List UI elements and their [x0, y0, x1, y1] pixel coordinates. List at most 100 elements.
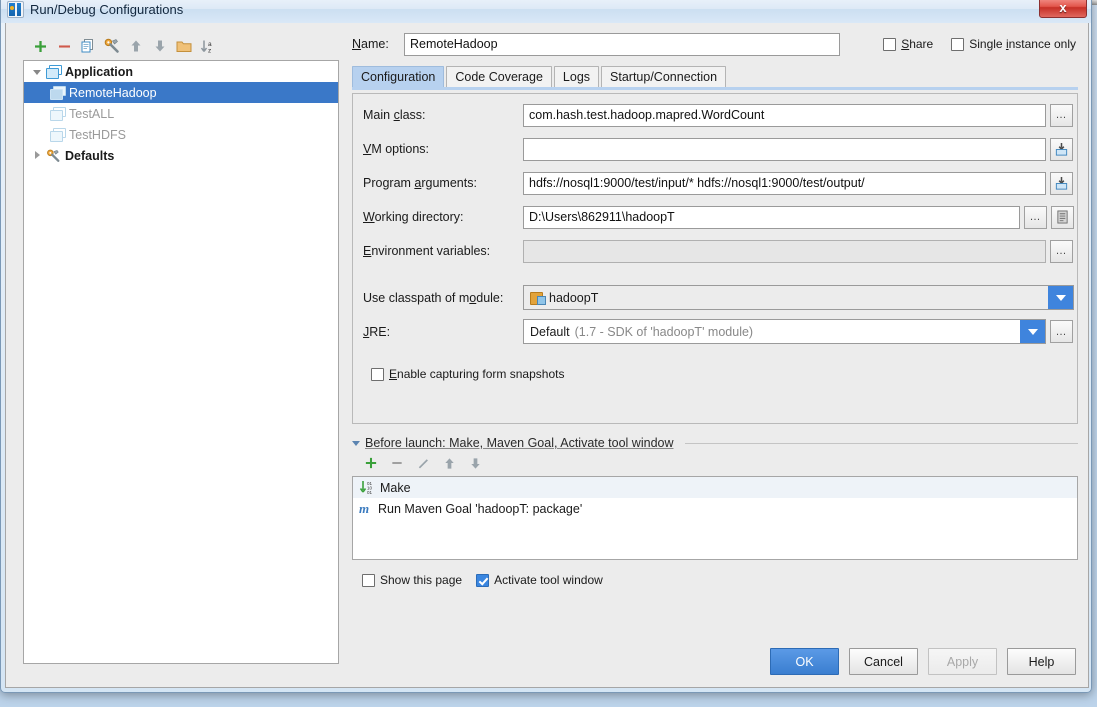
help-button[interactable]: Help: [1007, 648, 1076, 675]
chevron-down-icon[interactable]: [30, 65, 44, 79]
tab-configuration[interactable]: Configuration: [352, 66, 445, 87]
task-row-make[interactable]: 01 10 01 Make: [353, 477, 1077, 498]
tree-node-label: RemoteHadoop: [69, 85, 157, 100]
classpath-module-combo[interactable]: hadoopT: [523, 285, 1074, 310]
environment-variables-browse-button[interactable]: …: [1050, 239, 1073, 263]
close-button[interactable]: x: [1039, 0, 1087, 18]
dialog-button-row: OK Cancel Apply Help: [770, 648, 1076, 675]
tree-node-defaults[interactable]: Defaults: [24, 145, 338, 166]
program-arguments-row: Program arguments: hdfs://nosql1:9000/te…: [363, 170, 1077, 196]
move-down-button[interactable]: [149, 35, 171, 57]
jre-dropdown-arrow[interactable]: [1020, 320, 1045, 343]
wrench-icon: [46, 149, 61, 163]
classpath-module-dropdown-arrow[interactable]: [1048, 286, 1073, 309]
move-up-button[interactable]: [125, 35, 147, 57]
chevron-down-icon[interactable]: [352, 440, 360, 446]
program-arguments-input[interactable]: hdfs://nosql1:9000/test/input/* hdfs://n…: [523, 171, 1046, 195]
application-icon: [46, 64, 62, 79]
classpath-module-value: hadoopT: [549, 290, 599, 305]
copy-configuration-button[interactable]: [77, 35, 99, 57]
name-label: NName:ame:: [352, 37, 389, 51]
tree-toolbar: a z: [23, 32, 339, 60]
before-launch-header[interactable]: Before launch: Make, Maven Goal, Activat…: [352, 436, 1078, 450]
working-directory-input[interactable]: D:\Users\862911\hadoopT: [523, 205, 1020, 229]
enable-form-snapshots-checkbox[interactable]: Enable capturing form snapshots: [371, 367, 564, 381]
add-configuration-button[interactable]: [29, 35, 51, 57]
before-launch-section: Before launch: Make, Maven Goal, Activat…: [352, 436, 1078, 587]
add-task-button[interactable]: [360, 452, 382, 474]
remove-configuration-button[interactable]: [53, 35, 75, 57]
editor-tabs: Configuration Code Coverage Logs Startup…: [352, 66, 1078, 87]
name-input[interactable]: [404, 32, 840, 56]
share-checkbox[interactable]: Share: [883, 37, 933, 51]
application-icon: [50, 85, 66, 100]
svg-text:z: z: [208, 47, 211, 54]
environment-variables-label: Environment variables:: [363, 244, 491, 258]
environment-variables-input[interactable]: [523, 239, 1046, 263]
environment-variables-row: Environment variables: …: [363, 238, 1077, 264]
sort-configurations-button[interactable]: a z: [197, 35, 219, 57]
task-label: Make: [380, 480, 411, 495]
task-row-maven-goal[interactable]: m Run Maven Goal 'hadoopT: package': [353, 498, 1077, 519]
run-debug-configurations-dialog: Run/Debug Configurations x a z Applicati…: [0, 0, 1092, 693]
create-folder-button[interactable]: [173, 35, 195, 57]
task-label: Run Maven Goal 'hadoopT: package': [378, 501, 583, 516]
application-icon: [50, 127, 66, 142]
section-divider: [684, 442, 1078, 444]
chevron-right-icon[interactable]: [30, 149, 44, 163]
main-class-browse-button[interactable]: …: [1050, 103, 1073, 127]
before-launch-task-list[interactable]: 01 10 01 Make m Run Maven Goal 'hadoopT:…: [352, 476, 1078, 560]
task-move-down-button[interactable]: [464, 452, 486, 474]
jre-value-wrap: Default (1.7 - SDK of 'hadoopT' module): [524, 325, 1020, 339]
edit-task-button[interactable]: [412, 452, 434, 474]
configurations-tree[interactable]: Application RemoteHadoop TestALL TestHDF…: [23, 60, 339, 664]
tab-code-coverage[interactable]: Code Coverage: [446, 66, 552, 87]
tree-node-testhdfs[interactable]: TestHDFS: [24, 124, 338, 145]
jre-combo[interactable]: Default (1.7 - SDK of 'hadoopT' module): [523, 319, 1046, 344]
working-directory-label: Working directory:: [363, 210, 464, 224]
dialog-title: Run/Debug Configurations: [30, 1, 184, 17]
make-icon: 01 10 01: [359, 480, 375, 495]
activate-tool-window-label: Activate tool window: [494, 573, 603, 587]
cancel-button[interactable]: Cancel: [849, 648, 918, 675]
tree-node-label: TestHDFS: [69, 127, 126, 142]
tab-logs[interactable]: Logs: [553, 66, 600, 87]
main-class-label: Main class:: [363, 108, 426, 122]
jre-row: JRE: Default (1.7 - SDK of 'hadoopT' mod…: [363, 318, 1077, 345]
dialog-titlebar[interactable]: Run/Debug Configurations x: [1, 0, 1091, 23]
close-icon: x: [1059, 0, 1067, 15]
tab-underline: [352, 87, 1078, 90]
working-directory-browse-button[interactable]: …: [1024, 205, 1047, 229]
tab-label: Code Coverage: [455, 70, 543, 84]
tab-label: Configuration: [361, 70, 436, 84]
task-move-up-button[interactable]: [438, 452, 460, 474]
tree-node-application[interactable]: Application: [24, 61, 338, 82]
jre-browse-button[interactable]: …: [1050, 320, 1073, 343]
vm-options-row: VM options:: [363, 136, 1077, 162]
tab-startup-connection[interactable]: Startup/Connection: [601, 66, 727, 87]
jre-hint: (1.7 - SDK of 'hadoopT' module): [574, 324, 754, 339]
program-arguments-expand-button[interactable]: [1050, 171, 1073, 195]
working-directory-macro-button[interactable]: [1051, 205, 1074, 229]
vm-options-expand-button[interactable]: [1050, 137, 1073, 161]
main-class-input[interactable]: com.hash.test.hadoop.mapred.WordCount: [523, 103, 1046, 127]
before-launch-title: Before launch: Make, Maven Goal, Activat…: [365, 436, 674, 450]
configuration-tab-panel: Main class: com.hash.test.hadoop.mapred.…: [352, 93, 1078, 424]
show-this-page-checkbox[interactable]: Show this page: [362, 573, 462, 587]
activate-tool-window-checkbox[interactable]: Activate tool window: [476, 573, 603, 587]
remove-task-button[interactable]: [386, 452, 408, 474]
classpath-module-label: Use classpath of module:: [363, 290, 504, 305]
configurations-panel: a z Application RemoteHadoop TestALL Tes…: [23, 32, 339, 664]
single-instance-only-checkbox[interactable]: Single instance only: [951, 37, 1076, 51]
vm-options-input[interactable]: [523, 137, 1046, 161]
tree-node-remotehadoop[interactable]: RemoteHadoop: [24, 82, 338, 103]
tree-node-label: TestALL: [69, 106, 115, 121]
tree-node-testall[interactable]: TestALL: [24, 103, 338, 124]
share-label: Share: [901, 37, 934, 51]
edit-defaults-wrench-button[interactable]: [101, 35, 123, 57]
jre-value: Default: [530, 324, 570, 339]
ok-button[interactable]: OK: [770, 648, 839, 675]
configuration-editor-panel: NName:ame: Share Single instance only Co…: [352, 32, 1078, 664]
jre-label: JRE:: [363, 324, 391, 339]
name-row: NName:ame: Share Single instance only: [352, 32, 1078, 56]
